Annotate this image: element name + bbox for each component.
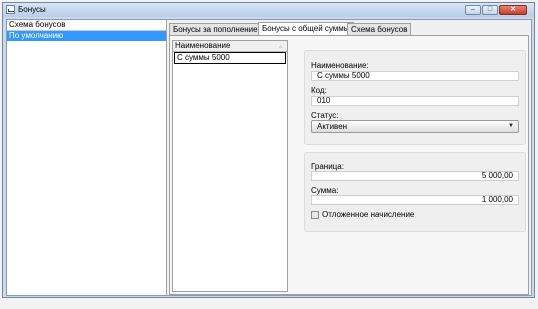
grid-column-header-label: Наименование — [175, 41, 231, 50]
status-select[interactable]: Активен ▼ — [311, 120, 519, 133]
amount-label: Сумма: — [311, 186, 339, 195]
maximize-button[interactable]: □ — [482, 5, 498, 15]
status-bar — [0, 299, 538, 309]
minimize-button[interactable]: – — [465, 5, 481, 15]
title-bar[interactable]: Бонусы – □ ✕ — [3, 3, 534, 17]
app-icon — [6, 5, 15, 14]
client-area: Схема бонусов По умолчанию Бонусы за поп… — [6, 19, 532, 296]
deferred-label: Отложенное начисление — [322, 210, 415, 219]
close-button[interactable]: ✕ — [499, 5, 527, 15]
threshold-field[interactable]: 5 000,00 — [311, 171, 519, 181]
tab-panel: Наименование ▵ С суммы 5000 Наименование… — [169, 35, 529, 295]
main-window: Бонусы – □ ✕ Схема бонусов По умолчанию … — [2, 2, 535, 298]
list-item-default[interactable]: По умолчанию — [7, 31, 166, 41]
window-title: Бонусы — [18, 5, 46, 14]
bonus-scheme-list[interactable]: Схема бонусов По умолчанию — [7, 20, 167, 295]
table-row[interactable]: С суммы 5000 — [174, 52, 286, 64]
grid-column-header-name[interactable]: Наименование ▵ — [173, 41, 287, 52]
bonus-scheme-list-header: Схема бонусов — [7, 20, 166, 31]
tab-bonus-scheme[interactable]: Схема бонусов — [347, 23, 412, 35]
code-field[interactable]: 010 — [311, 96, 519, 106]
sort-icon: ▵ — [278, 44, 282, 50]
chevron-down-icon: ▼ — [508, 123, 514, 129]
status-label: Статус: — [311, 111, 339, 120]
tab-topup-bonuses[interactable]: Бонусы за пополнение — [169, 23, 262, 35]
bonus-grid[interactable]: Наименование ▵ С суммы 5000 — [172, 40, 288, 292]
name-label: Наименование: — [311, 61, 369, 70]
deferred-checkbox[interactable] — [311, 211, 319, 219]
code-label: Код: — [311, 86, 327, 95]
general-group: Наименование: С суммы 5000 Код: 010 Стат… — [304, 50, 526, 145]
maximize-icon: □ — [487, 6, 493, 13]
close-icon: ✕ — [510, 6, 516, 13]
tab-total-sum-bonuses[interactable]: Бонусы с общей суммы — [258, 22, 354, 35]
amount-group: Граница: 5 000,00 Сумма: 1 000,00 Отложе… — [304, 152, 526, 232]
name-field[interactable]: С суммы 5000 — [311, 71, 519, 81]
threshold-label: Граница: — [311, 162, 344, 171]
status-value: Активен — [317, 122, 348, 131]
minimize-icon: – — [471, 6, 475, 13]
amount-field[interactable]: 1 000,00 — [311, 195, 519, 205]
